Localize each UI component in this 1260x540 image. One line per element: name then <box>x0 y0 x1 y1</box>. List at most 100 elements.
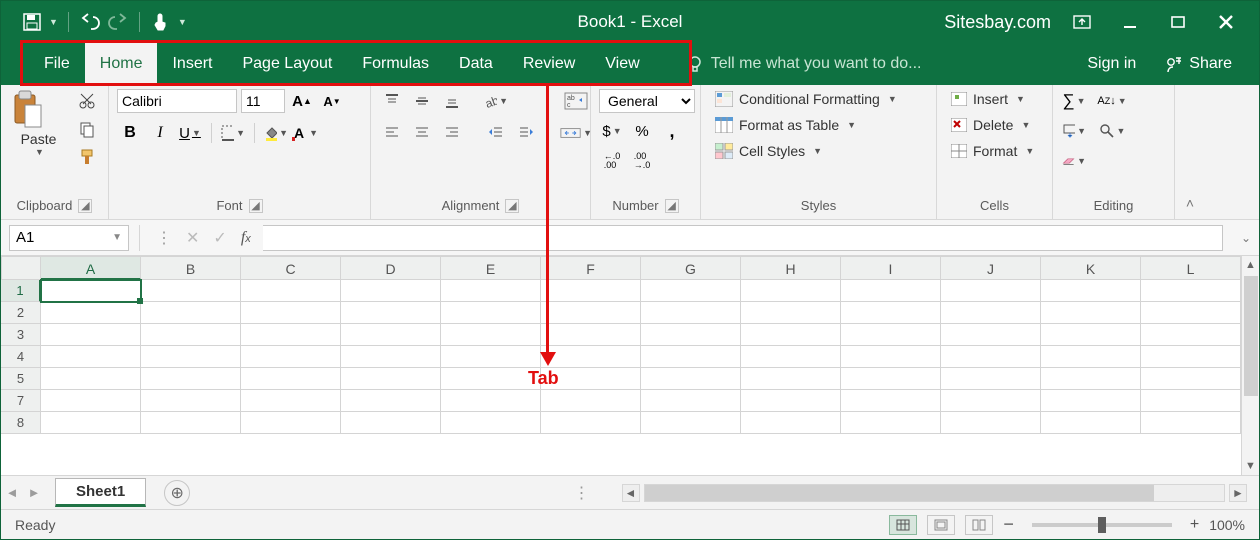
cell-J8[interactable] <box>941 412 1041 434</box>
scroll-down-icon[interactable]: ▼ <box>1242 457 1259 475</box>
cell-F1[interactable] <box>541 280 641 302</box>
namebox-more-icon[interactable]: ⋮ <box>156 228 172 248</box>
horizontal-scrollbar[interactable]: ◄ ► <box>622 484 1248 502</box>
comma-icon[interactable]: , <box>659 119 685 143</box>
decrease-indent-icon[interactable] <box>483 121 509 145</box>
cell-I8[interactable] <box>841 412 941 434</box>
cell-I3[interactable] <box>841 324 941 346</box>
col-header-F[interactable]: F <box>541 256 641 280</box>
cell-B2[interactable] <box>141 302 241 324</box>
cell-C2[interactable] <box>241 302 341 324</box>
cell-D2[interactable] <box>341 302 441 324</box>
cell-A8[interactable] <box>41 412 141 434</box>
cell-D8[interactable] <box>341 412 441 434</box>
enter-formula-icon[interactable]: ✓ <box>213 228 226 248</box>
sort-filter-icon[interactable]: AZ↓▼ <box>1091 89 1133 113</box>
font-color-icon[interactable]: A▼ <box>293 121 319 145</box>
font-dialog-launcher[interactable]: ◢ <box>249 199 263 213</box>
cell-B8[interactable] <box>141 412 241 434</box>
tab-view[interactable]: View <box>590 43 654 85</box>
expand-formula-bar-icon[interactable]: ⌄ <box>1241 231 1259 245</box>
row-header-3[interactable]: 3 <box>1 324 41 346</box>
cell-I1[interactable] <box>841 280 941 302</box>
align-top-icon[interactable] <box>379 89 405 113</box>
paste-button[interactable]: Paste ▼ <box>9 89 68 157</box>
normal-view-icon[interactable] <box>889 515 917 535</box>
decrease-font-icon[interactable]: A▼ <box>319 89 345 113</box>
percent-icon[interactable]: % <box>629 119 655 143</box>
cell-K8[interactable] <box>1041 412 1141 434</box>
cell-B1[interactable] <box>141 280 241 302</box>
cell-K7[interactable] <box>1041 390 1141 412</box>
cell-D7[interactable] <box>341 390 441 412</box>
borders-icon[interactable]: ▼ <box>220 121 246 145</box>
cell-H3[interactable] <box>741 324 841 346</box>
font-size-input[interactable] <box>241 89 285 113</box>
cell-A1[interactable] <box>41 280 141 302</box>
cell-G2[interactable] <box>641 302 741 324</box>
cell-C7[interactable] <box>241 390 341 412</box>
row-header-8[interactable]: 8 <box>1 412 41 434</box>
increase-indent-icon[interactable] <box>513 121 539 145</box>
minimize-icon[interactable] <box>1113 7 1147 37</box>
col-header-D[interactable]: D <box>341 256 441 280</box>
cell-F4[interactable] <box>541 346 641 368</box>
col-header-B[interactable]: B <box>141 256 241 280</box>
sheet-tab-active[interactable]: Sheet1 <box>55 478 146 507</box>
cell-K5[interactable] <box>1041 368 1141 390</box>
cell-B7[interactable] <box>141 390 241 412</box>
cell-A3[interactable] <box>41 324 141 346</box>
italic-button[interactable]: I <box>147 121 173 145</box>
cell-C4[interactable] <box>241 346 341 368</box>
fill-icon[interactable]: ▼ <box>1061 119 1087 143</box>
underline-button[interactable]: U▼ <box>177 121 203 145</box>
vscroll-thumb[interactable] <box>1244 276 1258 396</box>
collapse-ribbon-icon[interactable]: ˄ <box>1175 85 1205 219</box>
tab-formulas[interactable]: Formulas <box>347 43 444 85</box>
cell-J1[interactable] <box>941 280 1041 302</box>
cell-C8[interactable] <box>241 412 341 434</box>
cell-B5[interactable] <box>141 368 241 390</box>
col-header-K[interactable]: K <box>1041 256 1141 280</box>
cell-K3[interactable] <box>1041 324 1141 346</box>
tab-home[interactable]: Home <box>85 43 158 85</box>
zoom-in-icon[interactable]: + <box>1190 516 1199 534</box>
cell-H5[interactable] <box>741 368 841 390</box>
cell-E3[interactable] <box>441 324 541 346</box>
row-header-1[interactable]: 1 <box>1 280 41 302</box>
alignment-dialog-launcher[interactable]: ◢ <box>505 199 519 213</box>
cell-B4[interactable] <box>141 346 241 368</box>
cell-A2[interactable] <box>41 302 141 324</box>
font-name-input[interactable] <box>117 89 237 113</box>
wrap-text-icon[interactable]: abc <box>559 89 593 113</box>
autosum-icon[interactable]: ∑▼ <box>1061 89 1087 113</box>
conditional-formatting-button[interactable]: Conditional Formatting▼ <box>709 89 903 109</box>
cell-H8[interactable] <box>741 412 841 434</box>
sheet-nav-next-icon[interactable]: ► <box>23 485 45 500</box>
new-sheet-button[interactable]: ⊕ <box>164 480 190 506</box>
touch-mode-icon[interactable] <box>150 11 172 33</box>
merge-center-icon[interactable]: ▼ <box>559 121 593 145</box>
page-layout-view-icon[interactable] <box>927 515 955 535</box>
cell-E4[interactable] <box>441 346 541 368</box>
scroll-right-icon[interactable]: ► <box>1229 484 1247 502</box>
redo-icon[interactable] <box>107 11 129 33</box>
decrease-decimal-icon[interactable]: .00 →.0 <box>629 149 655 173</box>
cell-F5[interactable] <box>541 368 641 390</box>
cell-E8[interactable] <box>441 412 541 434</box>
maximize-icon[interactable] <box>1161 7 1195 37</box>
cell-K1[interactable] <box>1041 280 1141 302</box>
cell-K2[interactable] <box>1041 302 1141 324</box>
scroll-up-icon[interactable]: ▲ <box>1242 256 1259 274</box>
cell-E7[interactable] <box>441 390 541 412</box>
delete-cells-button[interactable]: Delete▼ <box>945 115 1036 135</box>
zoom-out-icon[interactable]: − <box>1003 514 1014 535</box>
align-middle-icon[interactable] <box>409 89 435 113</box>
cell-F7[interactable] <box>541 390 641 412</box>
cancel-formula-icon[interactable]: ✕ <box>186 228 199 248</box>
currency-icon[interactable]: $▼ <box>599 119 625 143</box>
cell-H4[interactable] <box>741 346 841 368</box>
format-as-table-button[interactable]: Format as Table▼ <box>709 115 862 135</box>
number-dialog-launcher[interactable]: ◢ <box>665 199 679 213</box>
cell-J3[interactable] <box>941 324 1041 346</box>
